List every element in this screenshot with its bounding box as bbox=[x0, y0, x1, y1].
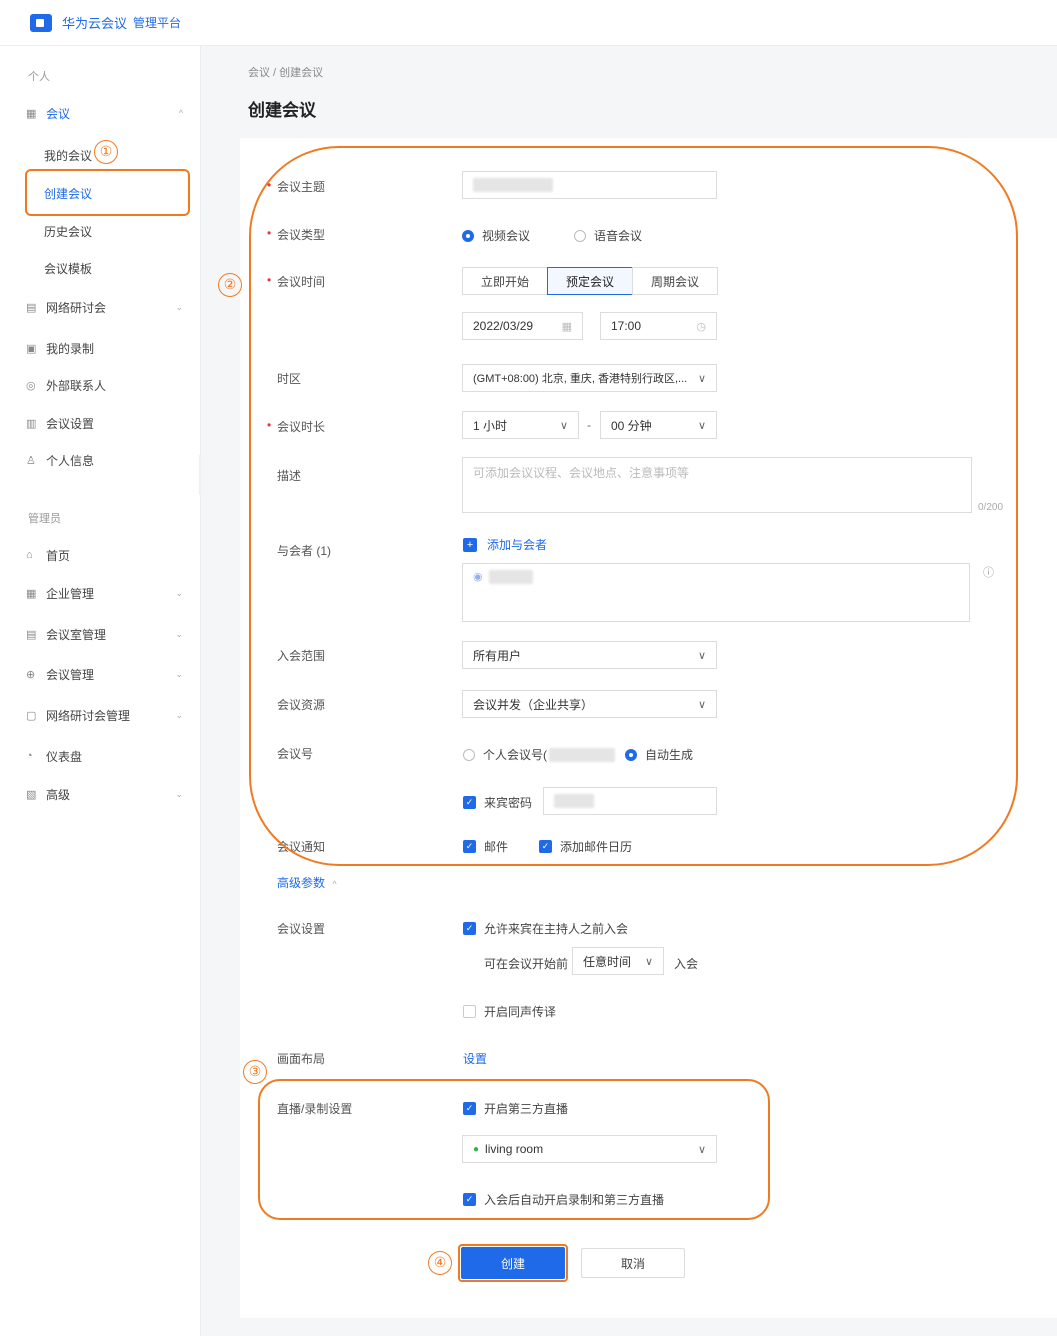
brand-subtitle: 管理平台 bbox=[133, 16, 182, 30]
check-icon: ✓ bbox=[463, 922, 476, 935]
sidebar-item-home[interactable]: ⌂ 首页 bbox=[26, 540, 191, 570]
chevron-down-icon: ∨ bbox=[644, 955, 653, 968]
enterprise-icon: ▦ bbox=[26, 587, 37, 600]
advanced-icon: ▧ bbox=[26, 788, 37, 801]
webinar-icon: ▤ bbox=[26, 301, 37, 314]
annotation-box-3 bbox=[258, 1079, 770, 1220]
sidebar-item-templates[interactable]: 会议模板 bbox=[44, 260, 92, 277]
join-before-select[interactable]: 任意时间 ∨ bbox=[572, 947, 664, 975]
home-icon: ⌂ bbox=[26, 549, 33, 561]
sidebar-item-meeting-admin[interactable]: ⊕ 会议管理 ⌄ bbox=[26, 659, 191, 689]
sidebar-item-my-meetings[interactable]: 我的会议 bbox=[44, 147, 92, 164]
chevron-down-icon: ⌄ bbox=[175, 668, 183, 679]
layout-label: 画面布局 bbox=[277, 1052, 326, 1066]
top-bar: 华为云会议 管理平台 bbox=[0, 0, 1057, 46]
sidebar-section-personal: 个人 bbox=[28, 71, 50, 83]
contacts-icon: ◎ bbox=[26, 379, 36, 392]
chevron-down-icon: ⌄ bbox=[175, 587, 183, 598]
sidebar-item-enterprise[interactable]: ▦ 企业管理 ⌄ bbox=[26, 578, 191, 608]
annotation-number-4: ④ bbox=[428, 1251, 452, 1275]
chevron-up-icon: ^ bbox=[178, 108, 183, 118]
interpretation-checkbox[interactable]: 开启同声传译 bbox=[463, 1003, 556, 1020]
annotation-box-4 bbox=[458, 1244, 568, 1282]
advanced-toggle[interactable]: 高级参数 ^ bbox=[277, 874, 337, 891]
webinar-admin-icon: ▢ bbox=[26, 709, 37, 722]
sidebar-item-recordings[interactable]: ▣ 我的录制 bbox=[26, 333, 191, 363]
sidebar-item-webinar-admin[interactable]: ▢ 网络研讨会管理 ⌄ bbox=[26, 700, 191, 730]
user-icon: ♙ bbox=[26, 454, 36, 467]
recording-icon: ▣ bbox=[26, 342, 37, 355]
chevron-down-icon: ⌄ bbox=[175, 628, 183, 639]
join-before-prefix: 可在会议开始前 bbox=[484, 957, 569, 971]
breadcrumb: 会议 / 创建会议 bbox=[248, 67, 324, 79]
join-before-suffix: 入会 bbox=[674, 957, 699, 971]
annotation-box-1 bbox=[25, 169, 190, 216]
sidebar-item-profile[interactable]: ♙ 个人信息 bbox=[26, 445, 191, 475]
cancel-button[interactable]: 取消 bbox=[581, 1248, 685, 1278]
chevron-down-icon: ⌄ bbox=[175, 709, 183, 720]
settings-label: 会议设置 bbox=[277, 922, 326, 936]
page-title: 创建会议 bbox=[248, 101, 316, 120]
allow-before-host-checkbox[interactable]: ✓ 允许来宾在主持人之前入会 bbox=[463, 920, 628, 937]
annotation-box-2 bbox=[249, 146, 1018, 866]
annotation-number-3: ③ bbox=[243, 1060, 267, 1084]
chevron-down-icon: ⌄ bbox=[175, 301, 183, 312]
settings-icon: ▥ bbox=[26, 417, 37, 430]
sidebar-item-advanced[interactable]: ▧ 高级 ⌄ bbox=[26, 779, 191, 809]
logo-icon bbox=[30, 13, 52, 32]
chevron-up-icon: ^ bbox=[332, 879, 337, 889]
chevron-down-icon: ⌄ bbox=[175, 788, 183, 799]
brand-name: 华为云会议 bbox=[62, 16, 128, 31]
annotation-number-1: ① bbox=[94, 140, 118, 164]
sidebar-item-contacts[interactable]: ◎ 外部联系人 bbox=[26, 370, 191, 400]
dashboard-icon: ◔ bbox=[26, 750, 33, 762]
sidebar-item-meeting-settings[interactable]: ▥ 会议设置 bbox=[26, 408, 191, 438]
sidebar bbox=[0, 46, 201, 1336]
annotation-number-2: ② bbox=[218, 273, 242, 297]
sidebar-item-rooms[interactable]: ▤ 会议室管理 ⌄ bbox=[26, 619, 191, 649]
sidebar-item-webinar[interactable]: ▤ 网络研讨会 ⌄ bbox=[26, 292, 191, 322]
room-icon: ▤ bbox=[26, 628, 37, 641]
layout-settings-link[interactable]: 设置 bbox=[463, 1050, 487, 1067]
sidebar-section-admin: 管理员 bbox=[28, 513, 61, 525]
sidebar-item-dashboard[interactable]: ◔ 仪表盘 bbox=[26, 741, 191, 771]
sidebar-item-history[interactable]: 历史会议 bbox=[44, 223, 92, 240]
calendar-icon: ▦ bbox=[26, 107, 37, 120]
meeting-admin-icon: ⊕ bbox=[26, 668, 36, 681]
sidebar-item-meeting[interactable]: ▦ 会议 ^ bbox=[26, 98, 191, 128]
